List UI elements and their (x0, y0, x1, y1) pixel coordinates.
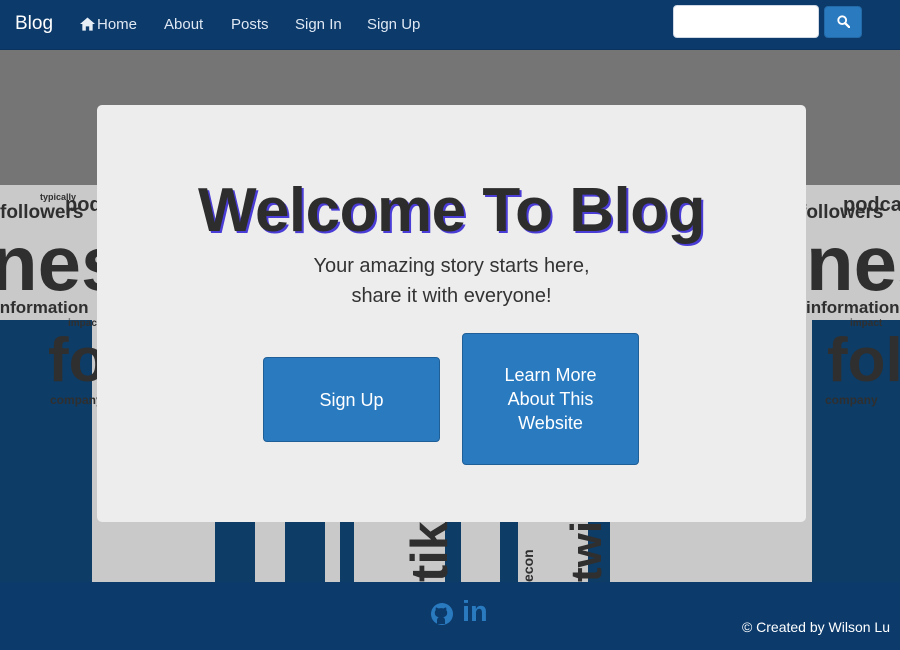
footer: in © Created by Wilson Lu (0, 582, 900, 650)
linkedin-link[interactable]: in (462, 596, 488, 629)
nav-posts-link[interactable]: Posts (231, 16, 269, 33)
nav-signin-link[interactable]: Sign In (295, 16, 342, 33)
github-link[interactable] (430, 602, 454, 631)
page-title: Welcome To Blog (198, 176, 705, 245)
navbar: Blog Home About Posts Sign In Sign Up (0, 0, 900, 50)
search-icon (837, 15, 850, 28)
wc-bar (500, 520, 518, 582)
wc-word-ness-right: ness (806, 219, 900, 307)
linkedin-icon: in (462, 596, 488, 628)
nav-about-link[interactable]: About (164, 16, 203, 33)
learn-more-button[interactable]: Learn More About This Website (462, 333, 639, 465)
github-icon (431, 603, 453, 625)
welcome-card: Welcome To Blog Your amazing story start… (97, 105, 806, 522)
wc-word-company-right: company (825, 393, 878, 407)
wc-word-company: company (50, 393, 103, 407)
tagline-line-1: Your amazing story starts here, (313, 255, 590, 277)
tagline-line-2: share it with everyone! (351, 285, 552, 307)
wc-word-information-right: information (806, 298, 900, 317)
search-input[interactable] (673, 5, 819, 38)
wc-word-podcasts-right: podcasts (843, 194, 900, 216)
wc-word-twi: twi (562, 520, 611, 582)
wc-word-econ: econ (520, 549, 536, 582)
copyright-text: © Created by Wilson Lu (741, 619, 890, 635)
wc-word-information: information (0, 298, 89, 317)
wc-bar (340, 520, 354, 582)
home-icon (80, 17, 95, 31)
nav-home-link[interactable]: Home (80, 16, 137, 33)
sign-up-button[interactable]: Sign Up (263, 357, 440, 442)
nav-signup-link[interactable]: Sign Up (367, 16, 420, 33)
nav-home-label: Home (97, 16, 138, 33)
wc-word-tik: tik (401, 521, 459, 582)
wc-word-fol-right: fol (827, 326, 900, 395)
search-button[interactable] (824, 6, 862, 38)
brand-link[interactable]: Blog (15, 13, 53, 35)
